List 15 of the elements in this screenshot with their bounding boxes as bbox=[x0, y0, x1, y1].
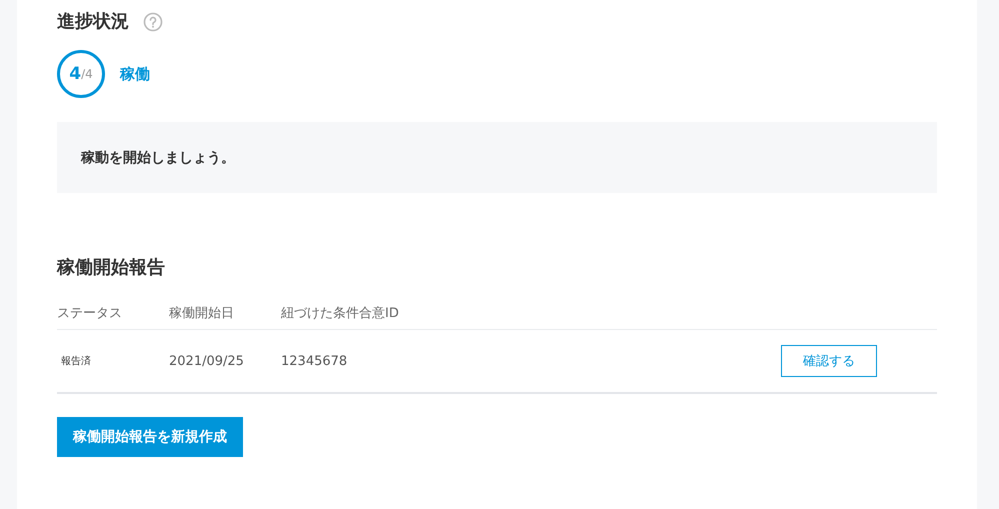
section-title: 稼働開始報告 bbox=[57, 256, 166, 280]
create-report-button[interactable]: 稼働開始報告を新規作成 bbox=[57, 417, 243, 457]
step-total: /4 bbox=[81, 67, 93, 81]
column-header: 稼働開始日 bbox=[169, 305, 235, 322]
section-title: 進捗状況 bbox=[57, 10, 129, 34]
help-icon[interactable] bbox=[143, 12, 163, 32]
column-header: ステータス bbox=[57, 305, 123, 322]
column-header: 紐づけた条件合意ID bbox=[281, 305, 400, 322]
confirm-button[interactable]: 確認する bbox=[781, 345, 877, 377]
step-label: 稼働 bbox=[120, 64, 150, 84]
step-number: 4 bbox=[69, 64, 82, 84]
table-cell-text: 12345678 bbox=[281, 354, 348, 368]
table-cell-text: 2021/09/25 bbox=[169, 354, 245, 368]
message-text: 稼動を開始しましょう。 bbox=[81, 148, 235, 166]
status-text: 報告済 bbox=[60, 354, 92, 368]
